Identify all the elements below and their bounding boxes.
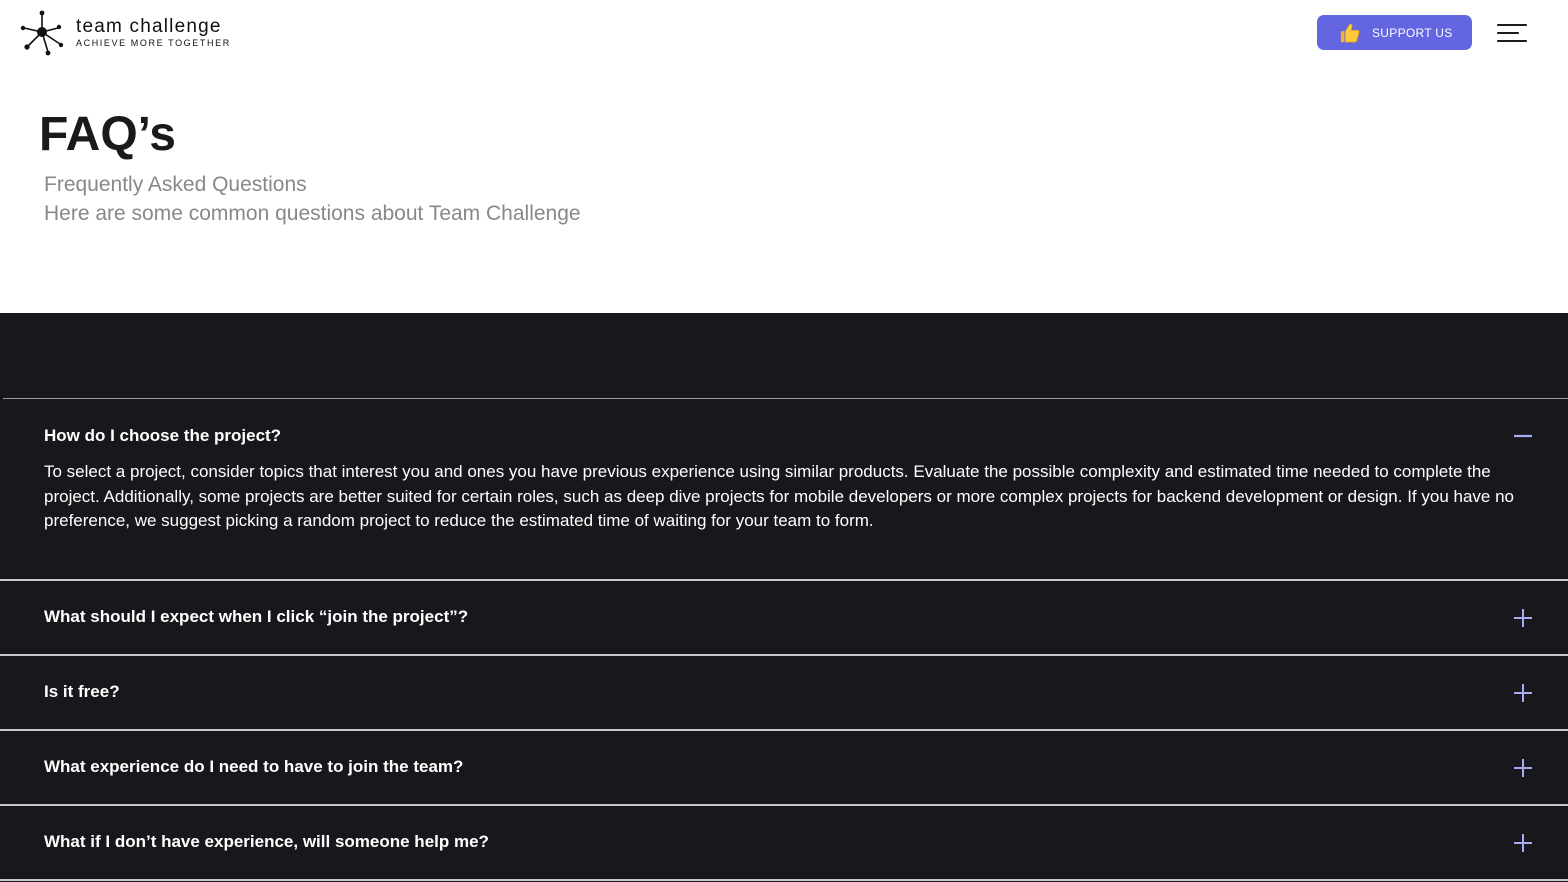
site-header: team challenge ACHIEVE MORE TOGETHER SUP… <box>0 0 1568 68</box>
network-logo-icon <box>20 10 64 56</box>
faq-item: Is it free? <box>0 656 1568 729</box>
minus-icon[interactable] <box>1510 423 1536 449</box>
thumbs-up-icon <box>1340 23 1360 43</box>
plus-icon[interactable] <box>1510 755 1536 781</box>
plus-icon[interactable] <box>1510 680 1536 706</box>
plus-icon[interactable] <box>1510 830 1536 856</box>
faq-item: What experience do I need to have to joi… <box>0 731 1568 804</box>
faq-question[interactable]: What should I expect when I click “join … <box>44 607 468 627</box>
support-us-button[interactable]: SUPPORT US <box>1317 15 1472 50</box>
page-subtitle: Frequently Asked Questions <box>44 173 307 196</box>
faq-item: What should I expect when I click “join … <box>0 581 1568 654</box>
faq-question[interactable]: What experience do I need to have to joi… <box>44 757 463 777</box>
faq-section: How do I choose the project? To select a… <box>0 313 1568 882</box>
faq-question[interactable]: Is it free? <box>44 682 120 702</box>
faq-item: What if I don’t have experience, will so… <box>0 806 1568 879</box>
faq-item: How do I choose the project? To select a… <box>0 399 1568 579</box>
page-title: FAQ’s <box>39 108 176 161</box>
faq-divider <box>0 879 1568 881</box>
plus-icon[interactable] <box>1510 605 1536 631</box>
logo-tagline: ACHIEVE MORE TOGETHER <box>76 38 231 48</box>
faq-question[interactable]: How do I choose the project? <box>44 426 281 446</box>
support-us-label: SUPPORT US <box>1372 26 1453 40</box>
hamburger-menu-icon[interactable] <box>1495 22 1529 44</box>
logo-link[interactable]: team challenge ACHIEVE MORE TOGETHER <box>18 8 248 58</box>
page-description: Here are some common questions about Tea… <box>44 202 581 225</box>
logo-name: team challenge <box>76 16 222 37</box>
faq-question[interactable]: What if I don’t have experience, will so… <box>44 832 489 852</box>
faq-answer: To select a project, consider topics tha… <box>44 462 1515 530</box>
